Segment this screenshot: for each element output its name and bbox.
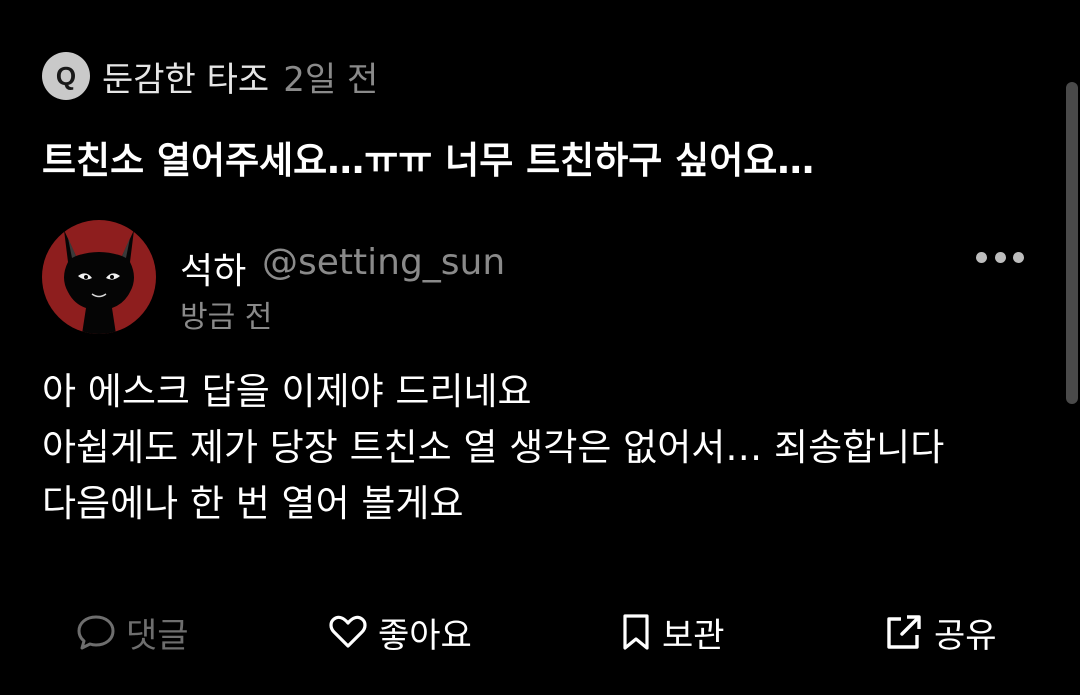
bookmark-icon xyxy=(623,614,649,650)
question-badge-icon: Q xyxy=(42,52,90,100)
question-text: 트친소 열어주세요…ㅠㅠ 너무 트친하구 싶어요… xyxy=(42,139,815,182)
answer-line: 아쉽게도 제가 당장 트친소 열 생각은 없어서… 죄송합니다 xyxy=(42,426,945,469)
more-dot-icon xyxy=(994,251,1006,263)
speech-bubble-icon xyxy=(77,615,115,650)
author-handle[interactable]: @setting_sun xyxy=(262,242,505,283)
share-button[interactable]: 공유 xyxy=(884,608,997,656)
heart-icon xyxy=(329,615,367,648)
answer-line: 다음에나 한 번 열어 볼게요 xyxy=(42,482,464,525)
save-button[interactable]: 보관 xyxy=(620,608,725,656)
answer-line: 아 에스크 답을 이제야 드리네요 xyxy=(42,370,532,413)
like-label: 좋아요 xyxy=(378,615,472,656)
black-cat-avatar-icon xyxy=(64,230,134,334)
more-dot-icon xyxy=(976,251,987,263)
question-time: 2일 전 xyxy=(283,59,379,100)
question-header: Q 둔감한 타조 2일 전 xyxy=(42,52,378,100)
more-options-button[interactable] xyxy=(976,242,1024,272)
scrollbar[interactable] xyxy=(1066,82,1078,404)
author-avatar[interactable] xyxy=(42,220,156,334)
answer-time: 방금 전 xyxy=(180,300,273,335)
asker-name[interactable]: 둔감한 타조 xyxy=(102,52,269,101)
comment-button[interactable]: 댓글 xyxy=(76,608,189,656)
like-button[interactable]: 좋아요 xyxy=(328,608,472,656)
more-dot-icon xyxy=(1013,251,1024,263)
comment-label: 댓글 xyxy=(126,615,189,656)
answer-body: 아 에스크 답을 이제야 드리네요 아쉽게도 제가 당장 트친소 열 생각은 없… xyxy=(42,364,944,532)
save-label: 보관 xyxy=(662,615,725,656)
author-name[interactable]: 석하 xyxy=(180,242,246,294)
share-label: 공유 xyxy=(934,615,997,656)
share-external-icon xyxy=(887,615,921,649)
